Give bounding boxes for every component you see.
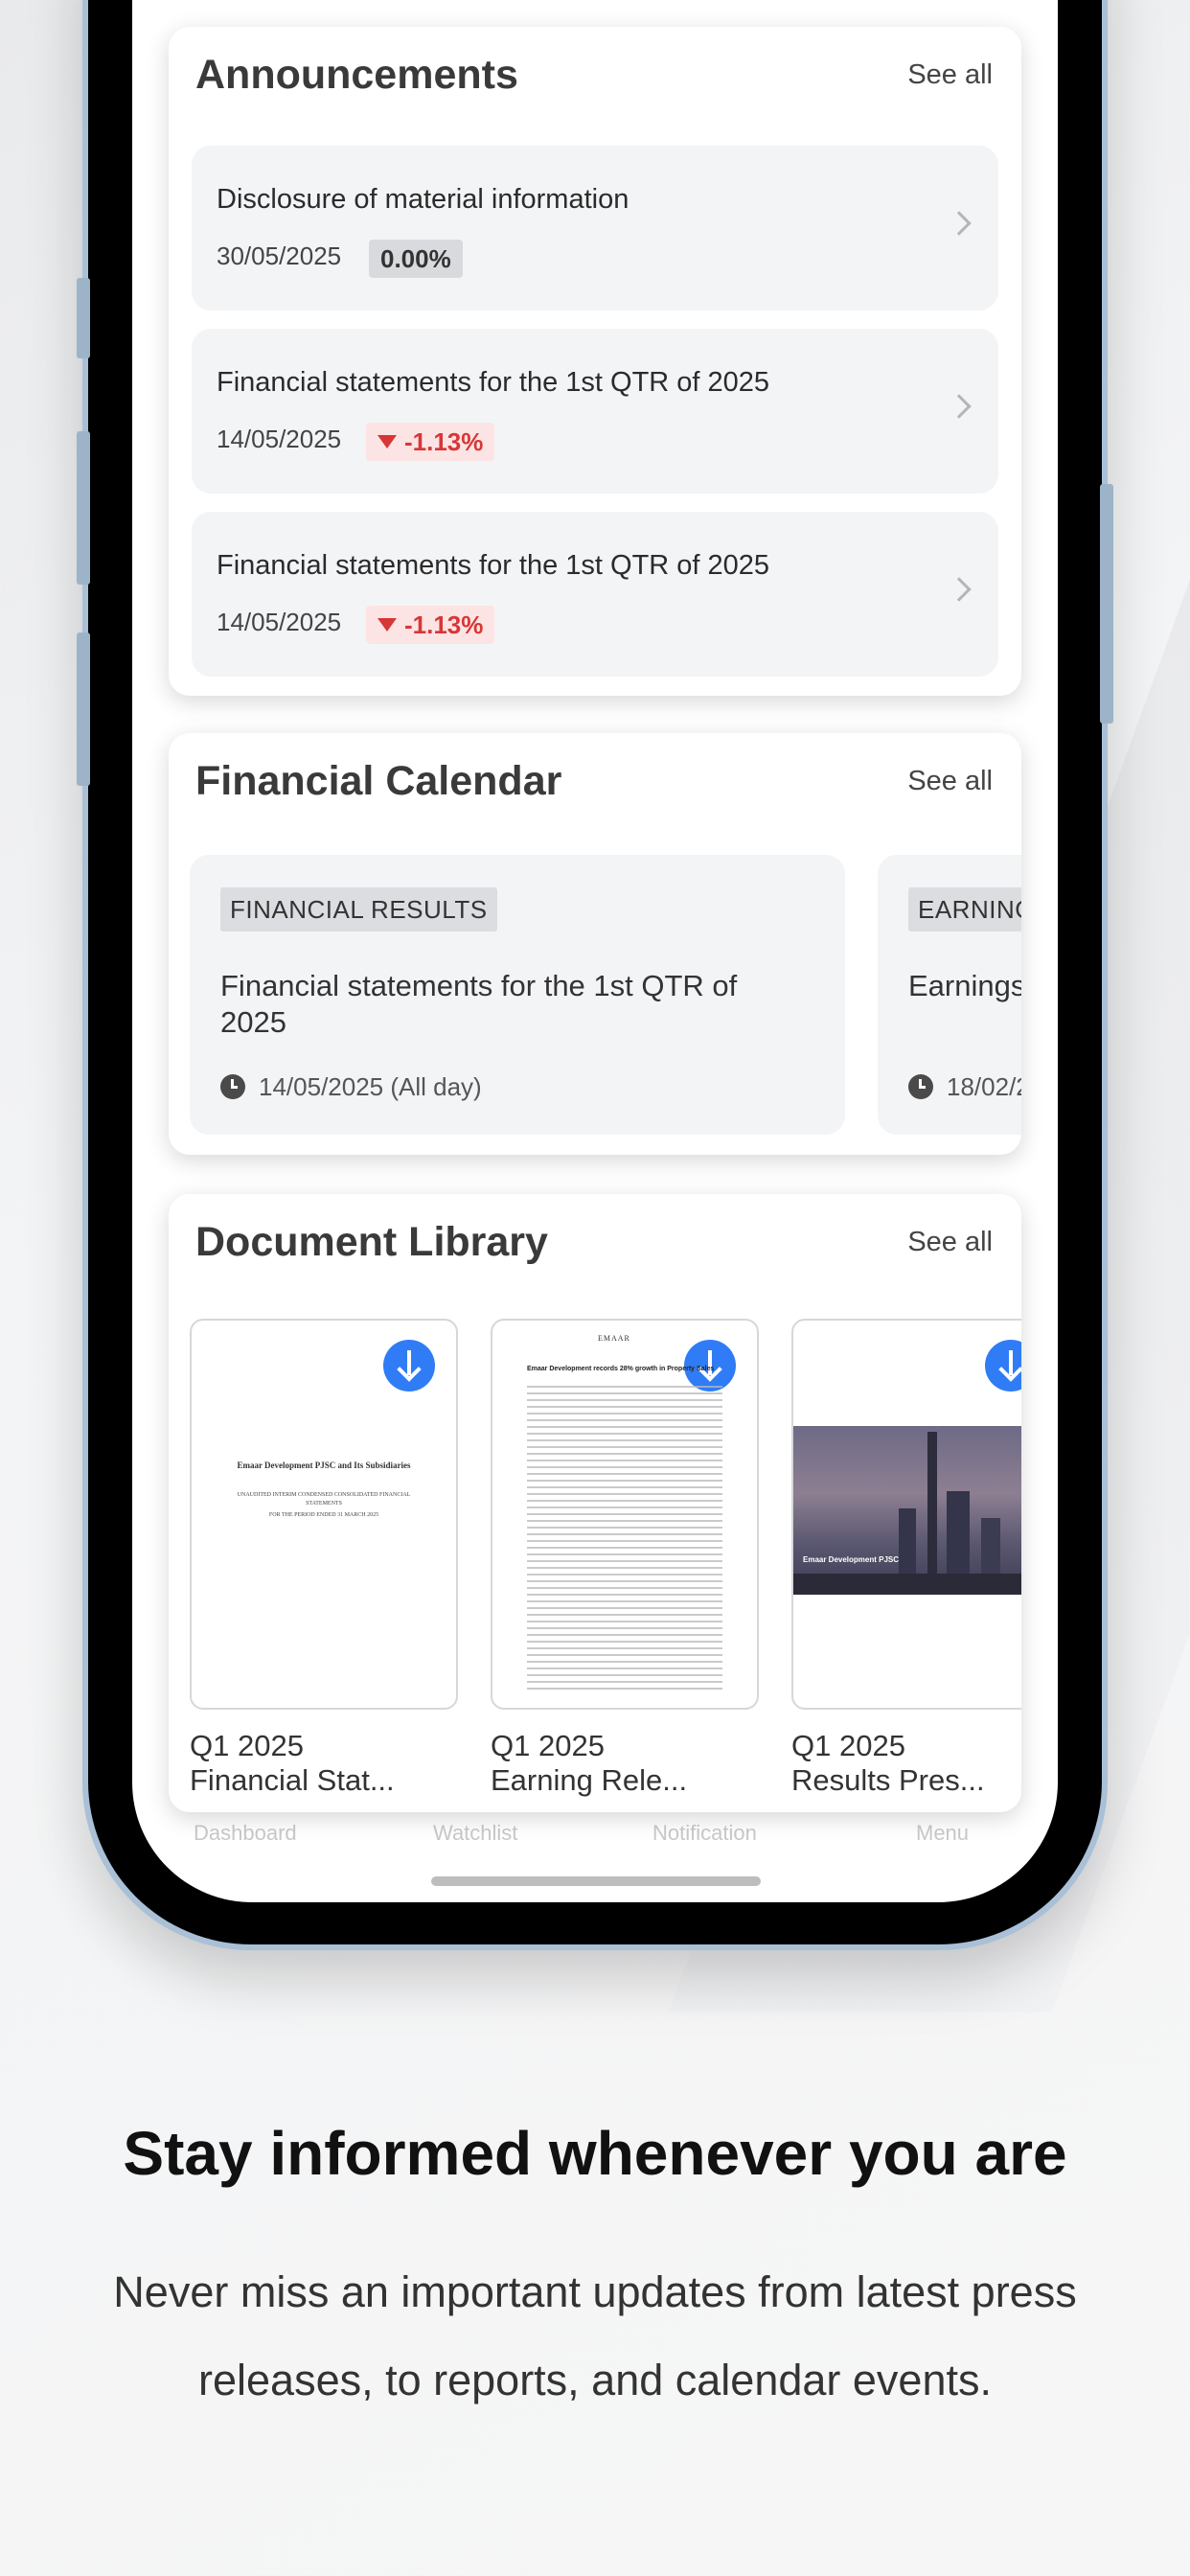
announcement-item[interactable]: Financial statements for the 1st QTR of … [192, 329, 998, 494]
announcements-header: Announcements See all [195, 46, 993, 104]
document-library-card: Document Library See all Emaar Developme… [169, 1194, 1021, 1812]
clock-icon [908, 1074, 933, 1099]
document-preview-subheading: UNAUDITED INTERIM CONDENSED CONSOLIDATED… [237, 1492, 411, 1506]
phone-side-button [77, 278, 90, 358]
chevron-right-icon [947, 211, 972, 236]
document-period: Q1 2025 [190, 1729, 304, 1762]
phone-side-button [77, 632, 90, 786]
document-text-lines [527, 1386, 722, 1692]
announcement-item[interactable]: Disclosure of material information 30/05… [192, 146, 998, 310]
phone-side-button [77, 431, 90, 585]
document-name: Earning Rele... [491, 1763, 688, 1797]
city-skyline-image: Emaar Development PJSC [793, 1426, 1021, 1595]
documents-title: Document Library [195, 1218, 548, 1265]
event-time: 18/02/2025 [908, 1072, 1021, 1102]
document-name: Financial Stat... [190, 1763, 395, 1797]
price-change-badge: -1.13% [366, 423, 495, 461]
document-name: Results Pres... [791, 1763, 985, 1797]
chevron-right-icon [947, 394, 972, 419]
event-title: Financial statements for the 1st QTR of … [220, 969, 738, 1039]
document-preview-period: FOR THE PERIOD ENDED 31 MARCH 2025 [268, 1512, 379, 1518]
announcement-date: 14/05/2025 [217, 608, 342, 636]
home-indicator [431, 1876, 761, 1886]
calendar-event-card[interactable]: EARNINGS Earnings 18/02/2025 [878, 855, 1021, 1135]
announcement-item[interactable]: Financial statements for the 1st QTR of … [192, 512, 998, 677]
document-thumbnail[interactable]: EMAAR Emaar Development records 28% grow… [491, 1319, 759, 1710]
announcements-see-all-link[interactable]: See all [907, 59, 993, 91]
nav-notification[interactable]: Notification [652, 1821, 757, 1846]
calendar-see-all-link[interactable]: See all [907, 766, 993, 797]
announcement-title: Financial statements for the 1st QTR of … [217, 550, 770, 581]
event-category-tag: EARNINGS [908, 887, 1021, 932]
nav-watchlist[interactable]: Watchlist [433, 1821, 517, 1846]
calendar-title: Financial Calendar [195, 757, 562, 804]
document-thumbnail[interactable]: Emaar Development PJSC and Its Subsidiar… [190, 1319, 458, 1710]
announcements-card: Announcements See all Disclosure of mate… [169, 27, 1021, 696]
document-preview-heading: Emaar Development records 28% growth in … [527, 1366, 715, 1372]
announcement-title: Financial statements for the 1st QTR of … [217, 367, 770, 398]
document-thumbnail[interactable]: Emaar Development PJSC [791, 1319, 1021, 1710]
announcement-date: 30/05/2025 [217, 242, 342, 270]
marketing-subtitle: Never miss an important updates from lat… [113, 2267, 1077, 2404]
clock-icon [220, 1074, 245, 1099]
announcement-title: Disclosure of material information [217, 184, 629, 215]
event-category-tag: FINANCIAL RESULTS [220, 887, 497, 932]
phone-side-button [1100, 484, 1113, 724]
calendar-header: Financial Calendar See all [195, 752, 993, 810]
document-caption: Q1 2025 Financial Stat... [190, 1729, 468, 1798]
event-title: Earnings [908, 969, 1021, 1002]
chevron-right-icon [947, 577, 972, 602]
down-arrow-icon [378, 435, 397, 448]
document-period: Q1 2025 [491, 1729, 605, 1762]
document-preview-heading: Emaar Development PJSC and Its Subsidiar… [237, 1460, 411, 1470]
download-icon[interactable] [985, 1340, 1021, 1392]
document-preview-label: Emaar Development PJSC [803, 1555, 900, 1564]
nav-dashboard[interactable]: Dashboard [194, 1821, 297, 1846]
documents-see-all-link[interactable]: See all [907, 1227, 993, 1258]
event-time: 14/05/2025 (All day) [220, 1072, 482, 1102]
down-arrow-icon [378, 618, 397, 632]
nav-menu[interactable]: Menu [916, 1821, 969, 1846]
download-icon[interactable] [383, 1340, 435, 1392]
document-caption: Q1 2025 Earning Rele... [491, 1729, 768, 1798]
announcements-title: Announcements [195, 51, 518, 98]
marketing-headline: Stay informed whenever you are [123, 2119, 1067, 2188]
announcement-date: 14/05/2025 [217, 425, 342, 453]
calendar-event-card[interactable]: FINANCIAL RESULTS Financial statements f… [190, 855, 845, 1135]
price-change-badge: 0.00% [369, 240, 463, 278]
document-period: Q1 2025 [791, 1729, 905, 1762]
document-preview-brand: EMAAR [598, 1334, 630, 1343]
documents-header: Document Library See all [195, 1213, 993, 1271]
financial-calendar-card: Financial Calendar See all FINANCIAL RES… [169, 733, 1021, 1155]
document-caption: Q1 2025 Results Pres... [791, 1729, 1021, 1798]
price-change-badge: -1.13% [366, 606, 495, 644]
